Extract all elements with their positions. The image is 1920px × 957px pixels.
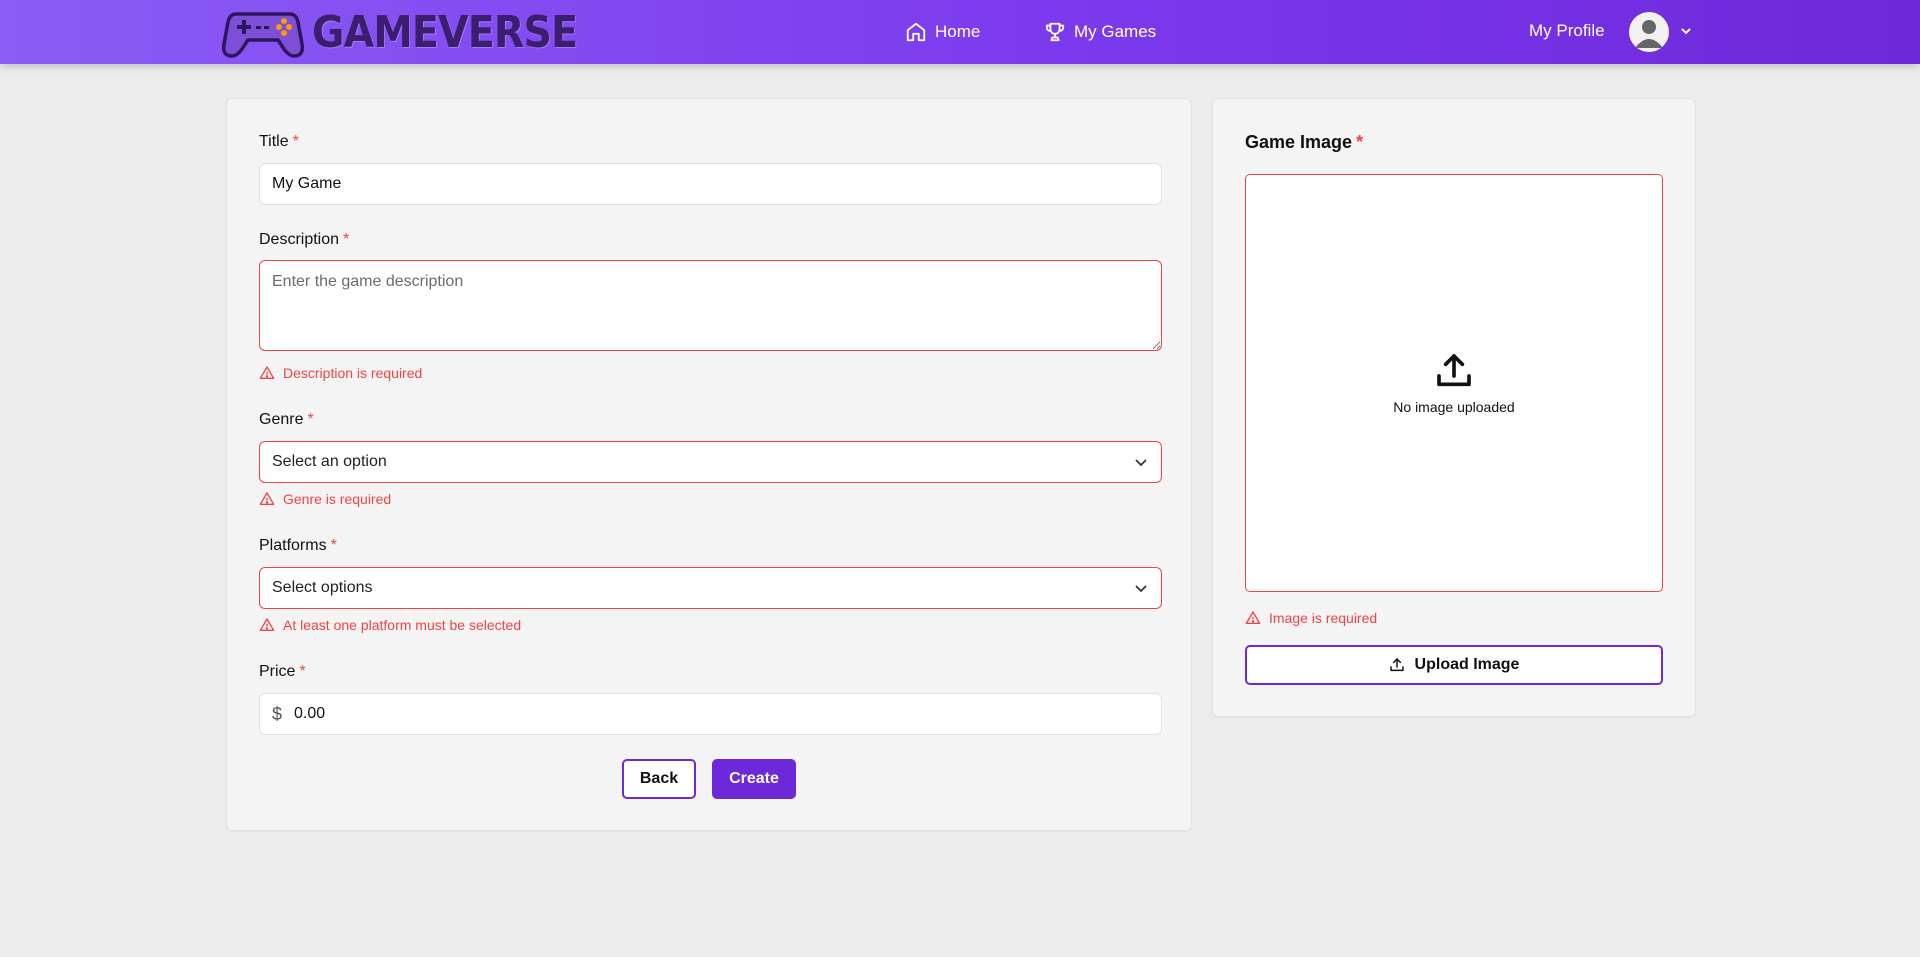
dollar-icon: $ — [272, 703, 283, 724]
warning-icon — [1245, 611, 1261, 624]
brand-name: GAMEVERSE — [312, 6, 578, 58]
game-image-card: Game Image * No image uploaded Image is r… — [1212, 98, 1696, 717]
gamepad-icon — [222, 12, 304, 58]
brand-logo[interactable]: GAMEVERSE — [222, 4, 607, 60]
nav-home-label: Home — [935, 22, 981, 41]
image-error: Image is required — [1245, 610, 1377, 626]
platforms-label: Platforms * — [259, 537, 337, 554]
chevron-down-icon — [1135, 585, 1147, 593]
nav-home[interactable]: Home — [905, 18, 980, 46]
description-error: Description is required — [259, 365, 422, 381]
genre-select-value: Select an option — [272, 453, 387, 470]
platforms-select[interactable]: Select options — [259, 567, 1162, 609]
upload-icon — [1437, 354, 1471, 387]
avatar[interactable] — [1629, 12, 1669, 52]
create-button[interactable]: Create — [712, 759, 796, 799]
warning-icon — [259, 366, 275, 379]
user-icon — [1635, 20, 1663, 48]
price-input-value: 0.00 — [294, 705, 326, 722]
title-label: Title * — [259, 133, 299, 150]
warning-icon — [259, 492, 275, 505]
trophy-icon — [1045, 22, 1065, 42]
nav-my-games[interactable]: My Games — [1044, 18, 1156, 46]
back-button[interactable]: Back — [622, 759, 696, 799]
game-image-title: Game Image * — [1245, 132, 1364, 152]
title-input-value: My Game — [272, 175, 342, 192]
home-icon — [906, 22, 926, 42]
price-label: Price * — [259, 663, 306, 680]
warning-icon — [259, 618, 275, 631]
upload-image-label: Upload Image — [1414, 656, 1520, 673]
upload-image-button[interactable]: Upload Image — [1245, 645, 1663, 685]
top-navbar: GAMEVERSE Home My Games My Profile — [0, 0, 1920, 64]
description-label: Description * — [259, 231, 350, 248]
price-input[interactable]: $ 0.00 — [259, 693, 1162, 735]
game-form-card: Title* My Game Description* Description … — [226, 98, 1192, 831]
upload-icon — [1389, 658, 1404, 672]
chevron-down-icon[interactable] — [1679, 24, 1693, 38]
platforms-error: At least one platform must be selected — [259, 617, 521, 633]
genre-label: Genre * — [259, 411, 314, 428]
genre-select[interactable]: Select an option — [259, 441, 1162, 483]
my-profile-link[interactable]: My Profile — [1529, 21, 1605, 41]
image-dropzone[interactable]: No image uploaded — [1245, 174, 1663, 592]
no-image-text: No image uploaded — [1393, 399, 1515, 415]
genre-error: Genre is required — [259, 491, 391, 507]
nav-my-games-label: My Games — [1074, 22, 1157, 41]
platforms-select-value: Select options — [272, 579, 373, 596]
description-textarea[interactable] — [259, 260, 1162, 351]
title-input[interactable]: My Game — [259, 163, 1162, 205]
chevron-down-icon — [1135, 459, 1147, 467]
